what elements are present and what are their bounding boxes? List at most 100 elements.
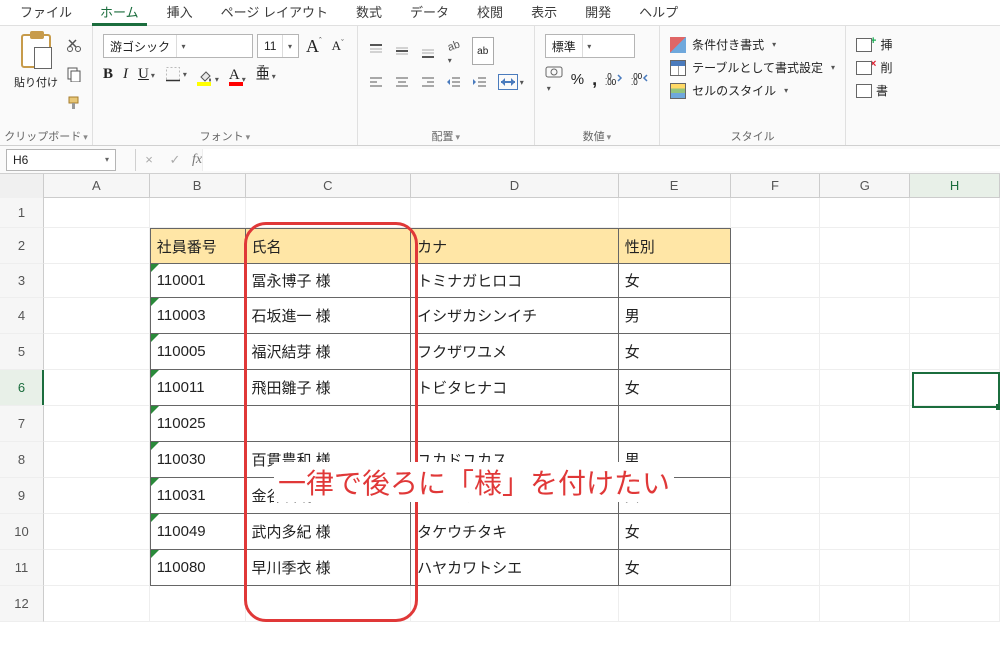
cell[interactable]: 性別 [619, 228, 731, 264]
cell[interactable] [910, 228, 1000, 264]
cell[interactable]: 110030 [150, 442, 246, 478]
fill-color-button[interactable]: ▾ [197, 64, 219, 84]
col-header[interactable]: D [411, 174, 619, 197]
cell[interactable] [910, 334, 1000, 370]
cell[interactable] [820, 264, 910, 298]
cell[interactable] [411, 198, 619, 228]
insert-cells-button[interactable]: +挿 [856, 36, 892, 53]
cell[interactable] [150, 198, 246, 228]
menu-file[interactable]: ファイル [6, 0, 86, 25]
col-header[interactable]: H [910, 174, 1000, 197]
cell[interactable]: 冨永博子 様 [246, 264, 412, 298]
cell[interactable] [820, 298, 910, 334]
row-header[interactable]: 6 [0, 370, 44, 406]
cell[interactable] [820, 334, 910, 370]
menu-developer[interactable]: 開発 [571, 0, 625, 25]
cell[interactable] [44, 442, 150, 478]
row-header[interactable]: 2 [0, 228, 44, 264]
cell[interactable] [44, 334, 150, 370]
format-cells-button[interactable]: 書 [856, 82, 892, 99]
cell[interactable] [246, 586, 412, 622]
cell[interactable]: トミナガヒロコ [411, 264, 619, 298]
cell[interactable] [731, 442, 821, 478]
row-header[interactable]: 5 [0, 334, 44, 370]
align-middle-icon[interactable] [394, 43, 410, 59]
cell[interactable]: 110025 [150, 406, 246, 442]
comma-button[interactable]: , [592, 69, 597, 90]
cell[interactable]: 氏名 [246, 228, 412, 264]
cancel-formula-icon[interactable]: × [136, 152, 162, 167]
col-header[interactable]: A [44, 174, 150, 197]
delete-cells-button[interactable]: ×削 [856, 59, 892, 76]
menu-review[interactable]: 校閲 [463, 0, 517, 25]
cell[interactable] [44, 514, 150, 550]
cell[interactable]: 飛田雛子 様 [246, 370, 412, 406]
percent-button[interactable]: % [571, 71, 584, 88]
row-header[interactable]: 11 [0, 550, 44, 586]
phonetic-button[interactable]: ア亜▾ [256, 64, 276, 84]
cell[interactable] [44, 550, 150, 586]
cell[interactable] [731, 264, 821, 298]
cell[interactable] [44, 478, 150, 514]
cell[interactable]: 百貫豊和 様 [246, 442, 412, 478]
cell[interactable]: 石坂進一 様 [246, 298, 412, 334]
fx-icon[interactable]: fx [192, 152, 202, 168]
cell[interactable]: 110049 [150, 514, 246, 550]
font-size-combo[interactable]: 11▾ [257, 34, 299, 58]
cell[interactable] [731, 514, 821, 550]
paste-button[interactable]: 貼り付け [10, 30, 62, 118]
cell[interactable]: イシザカシンイチ [411, 298, 619, 334]
cell[interactable] [411, 406, 619, 442]
cell[interactable] [820, 228, 910, 264]
border-button[interactable]: ▾ [165, 66, 187, 82]
menu-formulas[interactable]: 数式 [342, 0, 396, 25]
menu-view[interactable]: 表示 [517, 0, 571, 25]
col-header[interactable]: G [820, 174, 910, 197]
cell[interactable]: 女 [619, 334, 731, 370]
cell[interactable] [44, 198, 150, 228]
cell[interactable] [910, 264, 1000, 298]
italic-button[interactable]: I [123, 66, 128, 83]
cell[interactable] [44, 586, 150, 622]
cell-styles-button[interactable]: セルのスタイル▾ [670, 82, 835, 99]
col-header[interactable]: F [731, 174, 821, 197]
align-left-icon[interactable] [368, 74, 384, 90]
cell[interactable]: タケウチタキ [411, 514, 619, 550]
cell[interactable] [731, 334, 821, 370]
cell[interactable]: 金谷咲 様 [246, 478, 412, 514]
cell[interactable] [731, 478, 821, 514]
cell[interactable]: 女 [619, 478, 731, 514]
row-header[interactable]: 1 [0, 198, 44, 228]
cell[interactable] [910, 298, 1000, 334]
row-header[interactable]: 12 [0, 586, 44, 622]
orientation-icon[interactable]: ab▾ [446, 36, 462, 66]
cell[interactable]: トビタヒナコ [411, 370, 619, 406]
decrease-font-icon[interactable]: Aˇ [329, 37, 347, 55]
cell[interactable] [731, 550, 821, 586]
row-header[interactable]: 10 [0, 514, 44, 550]
bold-button[interactable]: B [103, 66, 113, 83]
cell[interactable] [910, 198, 1000, 228]
cell[interactable] [411, 586, 619, 622]
align-top-icon[interactable] [368, 43, 384, 59]
cell[interactable] [731, 406, 821, 442]
cell[interactable] [910, 442, 1000, 478]
cell[interactable]: 女 [619, 264, 731, 298]
menu-help[interactable]: ヘルプ [625, 0, 692, 25]
cell[interactable]: 武内多紀 様 [246, 514, 412, 550]
col-header[interactable]: E [619, 174, 731, 197]
merge-cells-button[interactable]: ▾ [498, 74, 524, 90]
cell[interactable] [731, 298, 821, 334]
increase-font-icon[interactable]: Aˆ [303, 35, 325, 58]
cell[interactable]: 女 [619, 370, 731, 406]
format-as-table-button[interactable]: テーブルとして書式設定▾ [670, 59, 835, 76]
cell[interactable] [820, 370, 910, 406]
row-header[interactable]: 3 [0, 264, 44, 298]
cell[interactable] [619, 198, 731, 228]
cell[interactable]: フクザワユメ [411, 334, 619, 370]
cell[interactable]: 福沢結芽 様 [246, 334, 412, 370]
conditional-format-button[interactable]: 条件付き書式▾ [670, 36, 835, 53]
cell[interactable]: 110031 [150, 478, 246, 514]
cell[interactable] [731, 198, 821, 228]
menu-insert[interactable]: 挿入 [153, 0, 207, 25]
